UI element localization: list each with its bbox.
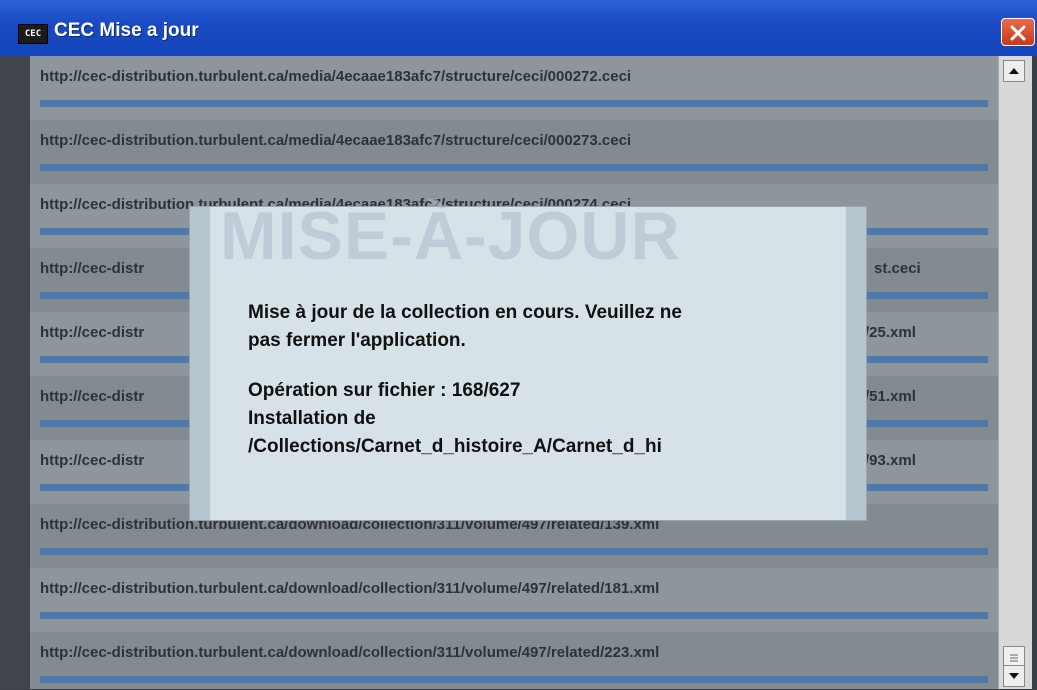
download-progress-fill: [40, 100, 988, 107]
download-progress-fill: [40, 548, 988, 555]
arrow-up-icon: [1009, 68, 1019, 74]
dialog-message: Mise à jour de la collection en cours. V…: [248, 299, 828, 461]
download-row: http://cec-distribution.turbulent.ca/med…: [30, 120, 998, 184]
download-row: http://cec-distribution.turbulent.ca/med…: [30, 56, 998, 120]
download-url: http://cec-distr: [40, 388, 145, 405]
download-url: http://cec-distribution.turbulent.ca/dow…: [40, 644, 660, 661]
download-progress-fill: [40, 676, 988, 683]
download-progress-bar: [40, 100, 988, 107]
title-bar[interactable]: CEC CEC Mise a jour: [0, 0, 1037, 57]
download-url-end: /93.xml: [865, 452, 916, 469]
download-url: http://cec-distr: [40, 452, 145, 469]
close-button[interactable]: [1001, 18, 1035, 46]
download-progress-bar: [40, 548, 988, 555]
message-line-2: pas fermer l'application.: [248, 330, 466, 351]
download-url: http://cec-distr: [40, 260, 145, 277]
download-row: http://cec-distribution.turbulent.ca/dow…: [30, 568, 998, 632]
download-progress-fill: [40, 612, 988, 619]
download-progress-fill: [40, 164, 988, 171]
download-url-end: st.ceci: [874, 260, 921, 277]
dialog-watermark: MISE-À-JOUR: [220, 198, 681, 274]
dialog-border-left: [190, 207, 210, 520]
dialog-border-right: [846, 207, 866, 520]
scroll-up-button[interactable]: [1003, 60, 1025, 82]
window-title: CEC Mise a jour: [54, 20, 199, 41]
arrow-down-icon: [1009, 673, 1019, 679]
download-progress-bar: [40, 676, 988, 683]
download-url: http://cec-distribution.turbulent.ca/med…: [40, 68, 632, 85]
download-url-end: /51.xml: [865, 388, 916, 405]
download-url: http://cec-distr: [40, 324, 145, 341]
download-progress-bar: [40, 164, 988, 171]
operation-status: Opération sur fichier : 168/627: [248, 380, 521, 401]
update-progress-dialog: MISE-À-JOUR Mise à jour de la collection…: [190, 198, 866, 520]
vertical-scrollbar[interactable]: [998, 56, 1033, 689]
message-line-1: Mise à jour de la collection en cours. V…: [248, 302, 682, 323]
app-logo-icon: CEC: [18, 24, 48, 44]
download-url: http://cec-distribution.turbulent.ca/dow…: [40, 580, 660, 597]
scroll-down-button[interactable]: [1003, 665, 1025, 687]
download-url: http://cec-distribution.turbulent.ca/med…: [40, 132, 632, 149]
download-progress-bar: [40, 612, 988, 619]
install-label: Installation de: [248, 408, 376, 429]
install-path: /Collections/Carnet_d_histoire_A/Carnet_…: [248, 436, 662, 457]
window-frame-right: [1032, 56, 1037, 689]
window-frame-left: [0, 56, 30, 689]
download-url-end: /25.xml: [865, 324, 916, 341]
close-icon: [1010, 25, 1026, 41]
download-row: http://cec-distribution.turbulent.ca/dow…: [30, 632, 998, 689]
